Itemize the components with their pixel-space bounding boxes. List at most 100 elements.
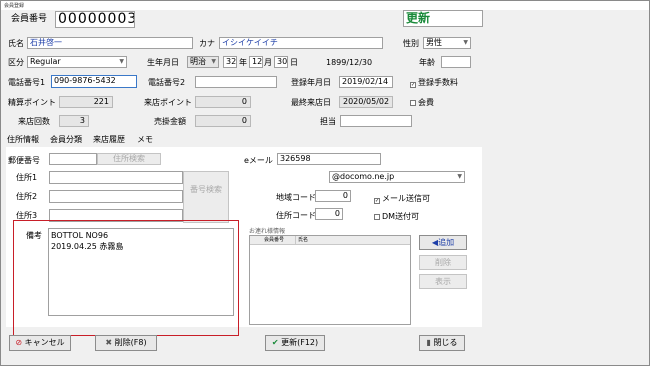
last-visit-field: 2020/05/02	[339, 96, 393, 108]
kana-field[interactable]: イシイケイイチ	[219, 37, 383, 49]
checkbox-unchecked-icon	[374, 214, 380, 220]
category-select[interactable]: Regular ▼	[27, 56, 127, 68]
delete-companion-button[interactable]: 削除	[419, 255, 467, 270]
chevron-down-icon: ▼	[463, 39, 468, 46]
checkbox-unchecked-icon	[410, 100, 416, 106]
category-label: 区分	[8, 58, 24, 67]
addr1-field[interactable]	[49, 171, 183, 184]
member-registration-window: 会員登録 会員番号 00000003 更新 氏名 石井啓一 カナ イシイケイイチ…	[0, 0, 650, 366]
checkbox-checked-icon: ✓	[374, 198, 380, 204]
staff-field[interactable]	[340, 115, 412, 127]
tab-visit-history[interactable]: 来店履歴	[93, 134, 125, 145]
reg-fee-checkbox[interactable]: ✓ 登録手数料	[410, 77, 458, 88]
chevron-down-icon: ▼	[457, 173, 462, 180]
tel2-label: 電話番号2	[148, 78, 186, 87]
update-label: 更新(F12)	[281, 338, 319, 347]
visit-points-label: 来店ポイント	[144, 98, 192, 107]
notes-line-2: 2019.04.25 赤霧島	[51, 242, 124, 251]
mail-ok-label: メール送信可	[382, 194, 430, 203]
checkbox-checked-icon: ✓	[410, 82, 416, 88]
close-button[interactable]: ▮ 閉じる	[419, 335, 465, 351]
addr2-label: 住所2	[16, 192, 38, 201]
age-field[interactable]	[441, 56, 471, 68]
notes-textarea[interactable]: BOTTOL NO96 2019.04.25 赤霧島	[48, 228, 234, 316]
membership-label: 会費	[418, 98, 434, 107]
visit-points-field: 0	[195, 96, 251, 108]
show-companion-button[interactable]: 表示	[419, 274, 467, 289]
mail-ok-checkbox[interactable]: ✓ メール送信可	[374, 193, 430, 204]
companions-grid[interactable]: 会員番号 氏名	[249, 235, 411, 325]
check-icon: ✔	[271, 338, 279, 347]
addr1-label: 住所1	[16, 173, 38, 182]
grid-header: 会員番号 氏名	[250, 236, 410, 245]
email-domain-value: @docomo.ne.jp	[332, 172, 395, 181]
birth-display: 1899/12/30	[326, 58, 373, 67]
tel1-label: 電話番号1	[8, 78, 46, 87]
tab-memo[interactable]: メモ	[137, 134, 153, 145]
close-label: 閉じる	[433, 338, 458, 347]
cancel-button[interactable]: ⊘ キャンセル	[9, 335, 71, 351]
addr-code-label: 住所コード	[276, 211, 316, 220]
addr-code-field[interactable]: 0	[315, 208, 343, 220]
year-unit: 年	[239, 58, 247, 67]
grid-col-member-no: 会員番号	[264, 237, 285, 243]
email-domain-select[interactable]: @docomo.ne.jp ▼	[329, 171, 465, 183]
gender-label: 性別	[403, 39, 419, 48]
last-visit-label: 最終来店日	[291, 98, 331, 107]
cancel-icon: ⊘	[15, 338, 23, 347]
era-select[interactable]: 明治 ▼	[187, 56, 219, 68]
add-companion-button[interactable]: ◀追加	[419, 235, 467, 250]
name-label: 氏名	[8, 39, 24, 48]
day-unit: 日	[290, 58, 298, 67]
points-label: 精算ポイント	[8, 98, 56, 107]
region-code-field[interactable]: 0	[315, 190, 351, 202]
points-field: 221	[59, 96, 113, 108]
title-bar: 会員登録	[1, 1, 649, 10]
visits-field: 3	[59, 115, 89, 127]
staff-label: 担当	[320, 117, 336, 126]
grid-col-name: 氏名	[295, 236, 308, 244]
birth-month-field[interactable]: 12	[249, 56, 263, 68]
credit-field: 0	[195, 115, 251, 127]
birth-year-field[interactable]: 32	[223, 56, 237, 68]
name-field[interactable]: 石井啓一	[27, 37, 193, 49]
region-code-label: 地域コード	[276, 193, 316, 202]
cancel-label: キャンセル	[24, 338, 65, 347]
reg-date-field[interactable]: 2019/02/14	[339, 76, 393, 88]
zip-label: 郵便番号	[8, 156, 40, 165]
reg-fee-label: 登録手数料	[418, 78, 458, 87]
mode-indicator: 更新	[403, 10, 483, 27]
month-unit: 月	[264, 58, 272, 67]
member-no-label: 会員番号	[11, 14, 48, 24]
category-value: Regular	[30, 57, 61, 66]
tab-member-class[interactable]: 会員分類	[50, 134, 82, 145]
delete-button[interactable]: ✖ 削除(F8)	[95, 335, 157, 351]
delete-icon: ✖	[105, 338, 113, 347]
age-label: 年齢	[419, 58, 435, 67]
credit-label: 売掛金額	[154, 117, 186, 126]
chevron-down-icon: ▼	[211, 58, 216, 65]
notes-label: 備考	[26, 231, 42, 240]
member-no-field[interactable]: 00000003	[55, 11, 135, 28]
tel1-field[interactable]: 090-9876-5432	[51, 75, 137, 88]
tab-address[interactable]: 住所情報	[7, 134, 39, 145]
kana-label: カナ	[199, 39, 215, 48]
notes-line-1: BOTTOL NO96	[51, 231, 109, 240]
gender-select[interactable]: 男性 ▼	[423, 37, 471, 49]
update-button[interactable]: ✔ 更新(F12)	[265, 335, 325, 351]
gender-value: 男性	[426, 38, 442, 47]
addr2-field[interactable]	[49, 190, 183, 203]
dm-ok-checkbox[interactable]: DM送付可	[374, 211, 419, 222]
visits-label: 来店回数	[18, 117, 50, 126]
membership-checkbox[interactable]: 会費	[410, 97, 434, 108]
email-field[interactable]: 326598	[277, 153, 381, 165]
birth-day-field[interactable]: 30	[274, 56, 288, 68]
window-title: 会員登録	[4, 3, 25, 9]
email-label: eメール	[244, 156, 273, 165]
delete-label: 削除(F8)	[114, 338, 147, 347]
birth-label: 生年月日	[147, 58, 179, 67]
number-search-button[interactable]: 番号検索	[183, 171, 229, 223]
tel2-field[interactable]	[195, 76, 277, 88]
zip-search-button[interactable]: 住所検索	[97, 153, 161, 165]
zip-field[interactable]	[49, 153, 97, 165]
